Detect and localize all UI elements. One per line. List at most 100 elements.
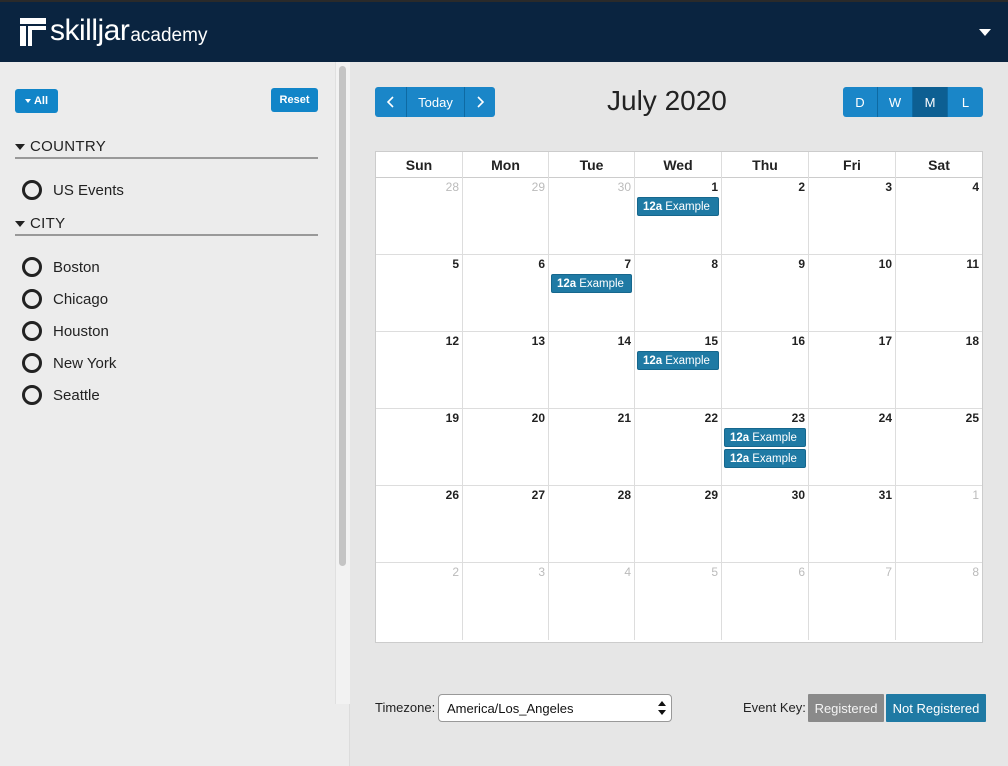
calendar-day-cell[interactable]: 12: [376, 332, 463, 408]
view-list-button[interactable]: L: [948, 87, 983, 117]
view-month-button[interactable]: M: [913, 87, 948, 117]
event-time: 12a: [730, 431, 750, 444]
calendar-day-cell[interactable]: 28: [549, 486, 635, 562]
calendar-day-cell[interactable]: 1 12a Example: [635, 178, 722, 254]
calendar-day-cell[interactable]: 21: [549, 409, 635, 485]
day-of-week-wed: Wed: [635, 152, 722, 178]
event-key-label: Event Key:: [743, 700, 806, 715]
day-number: 17: [878, 334, 892, 348]
calendar-week-row: 5 6 7 12a Example 8 9 10 11: [376, 255, 982, 332]
filter-option-boston[interactable]: Boston: [22, 256, 100, 278]
calendar-day-cell[interactable]: 7 12a Example: [549, 255, 635, 331]
timezone-select[interactable]: America/Los_Angeles: [438, 694, 672, 722]
calendar-day-cell[interactable]: 15 12a Example: [635, 332, 722, 408]
calendar-day-cell[interactable]: 29: [463, 178, 549, 254]
filter-option-chicago[interactable]: Chicago: [22, 288, 108, 310]
calendar-day-cell[interactable]: 2: [376, 563, 463, 640]
filter-option-new-york[interactable]: New York: [22, 352, 116, 374]
calendar-event[interactable]: 12a Example: [637, 197, 719, 216]
view-week-button[interactable]: W: [878, 87, 913, 117]
radio-button[interactable]: [22, 289, 42, 309]
calendar-day-cell[interactable]: 5: [376, 255, 463, 331]
calendar-day-cell[interactable]: 24: [809, 409, 896, 485]
calendar-day-cell[interactable]: 16: [722, 332, 809, 408]
reset-button[interactable]: Reset: [271, 88, 318, 112]
calendar-day-cell[interactable]: 27: [463, 486, 549, 562]
day-number: 26: [445, 488, 459, 502]
radio-button[interactable]: [22, 321, 42, 341]
calendar-day-cell[interactable]: 1: [896, 486, 982, 562]
event-time: 12a: [643, 200, 663, 213]
section-header-country[interactable]: COUNTRY: [15, 135, 318, 159]
calendar-day-cell[interactable]: 20: [463, 409, 549, 485]
day-of-week-tue: Tue: [549, 152, 635, 178]
calendar-event[interactable]: 12a Example: [724, 449, 806, 468]
calendar-day-cell[interactable]: 3: [463, 563, 549, 640]
event-time: 12a: [557, 277, 577, 290]
radio-button[interactable]: [22, 353, 42, 373]
calendar-day-cell[interactable]: 6: [463, 255, 549, 331]
calendar-day-cell[interactable]: 18: [896, 332, 982, 408]
section-header-city[interactable]: CITY: [15, 212, 318, 236]
day-number: 11: [966, 257, 979, 271]
calendar-day-cell[interactable]: 2: [722, 178, 809, 254]
timezone-label: Timezone:: [375, 700, 436, 715]
day-number: 13: [531, 334, 545, 348]
calendar-day-cell[interactable]: 3: [809, 178, 896, 254]
day-number: 22: [704, 411, 718, 425]
day-number: 2: [798, 180, 805, 194]
calendar-day-cell[interactable]: 9: [722, 255, 809, 331]
calendar-day-cell[interactable]: 19: [376, 409, 463, 485]
filter-option-seattle[interactable]: Seattle: [22, 384, 100, 406]
calendar-day-cell[interactable]: 10: [809, 255, 896, 331]
sidebar-scrollbar-thumb[interactable]: [339, 66, 346, 566]
filter-option-us-events[interactable]: US Events: [22, 179, 124, 201]
calendar-day-cell[interactable]: 5: [635, 563, 722, 640]
calendar-day-cell[interactable]: 17: [809, 332, 896, 408]
calendar-day-cell[interactable]: 23 12a Example 12a Example: [722, 409, 809, 485]
calendar-day-cell[interactable]: 26: [376, 486, 463, 562]
chevron-right-icon: [477, 96, 485, 108]
radio-button[interactable]: [22, 257, 42, 277]
timezone-value: America/Los_Angeles: [447, 700, 574, 716]
calendar-day-cell[interactable]: 29: [635, 486, 722, 562]
caret-down-icon[interactable]: [979, 29, 991, 36]
calendar-week-row: 28 29 30 1 12a Example 2 3 4: [376, 178, 982, 255]
calendar-day-cell[interactable]: 4: [896, 178, 982, 254]
skilljar-logo-icon: [20, 18, 46, 46]
calendar-day-cell[interactable]: 11: [896, 255, 982, 331]
calendar-day-cell[interactable]: 7: [809, 563, 896, 640]
day-number: 8: [972, 565, 979, 579]
calendar-day-cell[interactable]: 31: [809, 486, 896, 562]
chevron-left-icon: [386, 96, 394, 108]
prev-month-button[interactable]: [375, 87, 407, 117]
calendar-day-cell[interactable]: 13: [463, 332, 549, 408]
next-month-button[interactable]: [465, 87, 495, 117]
view-day-button[interactable]: D: [843, 87, 878, 117]
calendar-day-cell[interactable]: 30: [549, 178, 635, 254]
day-number: 5: [711, 565, 718, 579]
registered-key-badge: Registered: [808, 694, 884, 722]
skilljar-logo[interactable]: skilljar academy: [20, 16, 207, 46]
calendar-day-cell[interactable]: 14: [549, 332, 635, 408]
calendar-day-cell[interactable]: 8: [635, 255, 722, 331]
calendar-week-row: 26 27 28 29 30 31 1: [376, 486, 982, 563]
day-number: 16: [791, 334, 805, 348]
day-number: 4: [624, 565, 631, 579]
day-number: 7: [885, 565, 892, 579]
calendar-day-cell[interactable]: 6: [722, 563, 809, 640]
filter-option-houston[interactable]: Houston: [22, 320, 109, 342]
radio-button[interactable]: [22, 385, 42, 405]
calendar-day-cell[interactable]: 8: [896, 563, 982, 640]
calendar-event[interactable]: 12a Example: [637, 351, 719, 370]
calendar-day-cell[interactable]: 28: [376, 178, 463, 254]
calendar-day-cell[interactable]: 30: [722, 486, 809, 562]
calendar-event[interactable]: 12a Example: [724, 428, 806, 447]
calendar-day-cell[interactable]: 25: [896, 409, 982, 485]
calendar-day-cell[interactable]: 22: [635, 409, 722, 485]
all-filter-button[interactable]: All: [15, 89, 58, 113]
calendar-day-cell[interactable]: 4: [549, 563, 635, 640]
radio-button[interactable]: [22, 180, 42, 200]
today-button[interactable]: Today: [407, 87, 465, 117]
calendar-event[interactable]: 12a Example: [551, 274, 632, 293]
